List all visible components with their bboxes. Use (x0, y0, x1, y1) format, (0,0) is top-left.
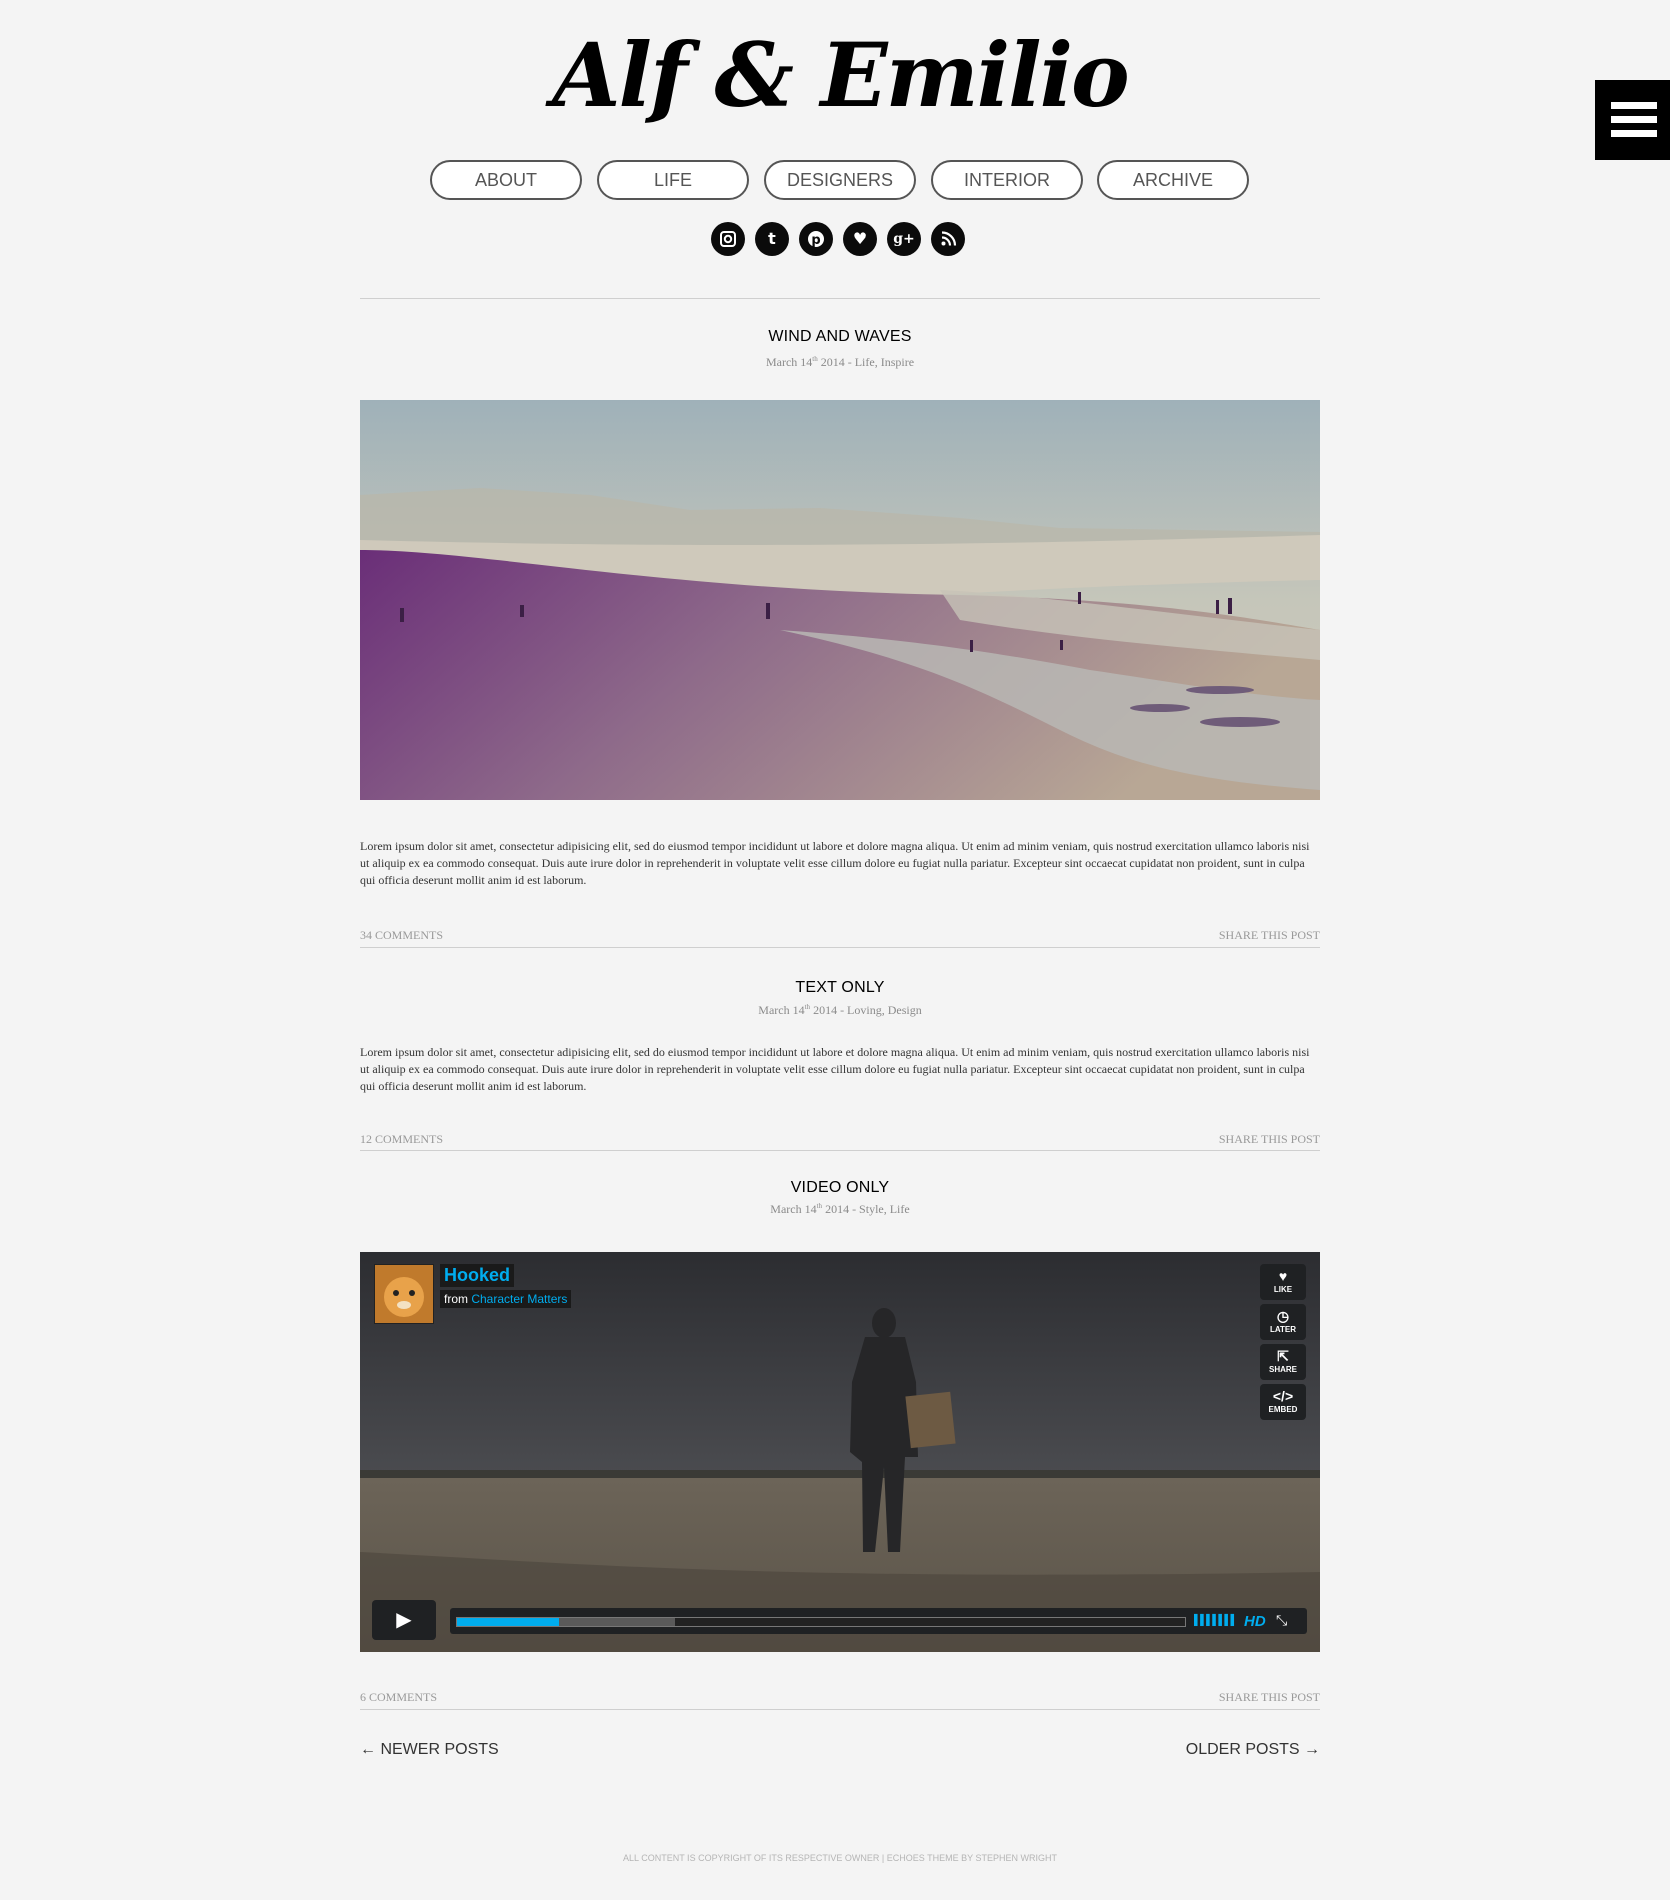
clock-icon: ◷ (1276, 1308, 1290, 1324)
post-date: March 14 (765, 355, 813, 369)
pinterest-icon[interactable]: p (799, 222, 833, 256)
post-photo[interactable] (360, 400, 1320, 800)
post-footer: 34 Comments Share this post (360, 928, 1320, 944)
code-icon: </> (1272, 1388, 1294, 1404)
newer-posts-link[interactable]: ← Newer Posts (360, 1741, 499, 1759)
site-title[interactable]: Alf & Emilio (0, 20, 1680, 130)
from-label: from (444, 1292, 468, 1306)
tumblr-icon[interactable]: t (755, 222, 789, 256)
later-label: LATER (1269, 1325, 1297, 1334)
divider (360, 1150, 1320, 1151)
heart-icon: ♥ (1278, 1268, 1288, 1284)
share-label: SHARE (1268, 1365, 1297, 1374)
nav-life[interactable]: Life (597, 160, 749, 200)
post-date: March 14 (770, 1202, 817, 1216)
channel-link[interactable]: Character Matters (471, 1292, 567, 1306)
progress-bar[interactable] (456, 1617, 1186, 1627)
play-icon: ▶ (396, 1609, 412, 1631)
video-title[interactable]: Hooked (440, 1264, 515, 1287)
divider (360, 298, 1320, 299)
post-title[interactable]: Wind and Waves (360, 328, 1320, 346)
post-body: Lorem ipsum dolor sit amet, consectetur … (360, 1045, 1310, 1093)
post-body: Lorem ipsum dolor sit amet, consectetur … (360, 839, 1310, 887)
divider (360, 947, 1320, 948)
older-posts-link[interactable]: Older Posts → (1186, 1741, 1320, 1759)
volume-icon[interactable]: ▌▌▌▌▌▌▌ (1194, 1615, 1238, 1626)
share-link[interactable]: Share this post (1219, 928, 1320, 943)
video-player[interactable]: Hooked from Character Matters ♥ LIKE ◷ L… (360, 1252, 1320, 1652)
played-progress (457, 1618, 559, 1626)
nav-archive[interactable]: Archive (1097, 160, 1249, 200)
footer-copyright: All content is copyright of its respecti… (623, 1853, 1057, 1863)
hamburger-icon-bar (1611, 130, 1657, 137)
heart-icon[interactable]: ♥ (843, 222, 877, 256)
hd-toggle[interactable]: HD (1244, 1613, 1266, 1630)
comments-link[interactable]: 34 Comments (360, 928, 443, 943)
video-controls: ▌▌▌▌▌▌▌ HD ⤡ (450, 1608, 1307, 1634)
share-link[interactable]: Share this post (1219, 1690, 1320, 1705)
main-nav: About Life Designers Interior Archive (430, 160, 1249, 200)
post-tags[interactable]: 2014 - Style, Life (822, 1202, 910, 1216)
embed-button[interactable]: </> EMBED (1260, 1384, 1306, 1420)
scrollbar-track[interactable] (1670, 0, 1680, 1900)
like-button[interactable]: ♥ LIKE (1260, 1264, 1306, 1300)
channel-avatar[interactable] (374, 1264, 434, 1324)
svg-text:p: p (811, 233, 820, 248)
post-date: March 14 (758, 1003, 805, 1017)
post-meta: March 14th 2014 - Style, Life (360, 1202, 1320, 1217)
post-footer: 12 Comments Share this post (360, 1132, 1320, 1148)
play-button[interactable]: ▶ (372, 1600, 436, 1640)
instagram-icon[interactable] (711, 222, 745, 256)
google-plus-icon[interactable]: g+ (887, 222, 921, 256)
watch-later-button[interactable]: ◷ LATER (1260, 1304, 1306, 1340)
nav-about[interactable]: About (430, 160, 582, 200)
share-button[interactable]: ⇱ SHARE (1260, 1344, 1306, 1380)
video-byline: from Character Matters (440, 1290, 572, 1308)
comments-link[interactable]: 6 Comments (360, 1690, 437, 1705)
divider (360, 1709, 1320, 1710)
nav-interior[interactable]: Interior (931, 160, 1083, 200)
post-meta: March 14th 2014 - Life, Inspire (360, 355, 1320, 370)
nav-designers[interactable]: Designers (764, 160, 916, 200)
share-icon: ⇱ (1277, 1348, 1289, 1364)
post-meta: March 14th 2014 - Loving, Design (360, 1003, 1320, 1018)
rss-icon[interactable] (931, 222, 965, 256)
social-links: t p ♥ g+ (711, 222, 971, 256)
like-label: LIKE (1273, 1285, 1293, 1294)
fullscreen-icon[interactable]: ⤡ (1276, 1612, 1287, 1629)
share-link[interactable]: Share this post (1219, 1132, 1320, 1147)
post-title[interactable]: Video Only (360, 1179, 1320, 1197)
post-tags[interactable]: 2014 - Loving, Design (810, 1003, 922, 1017)
post-tags[interactable]: 2014 - Life, Inspire (818, 355, 914, 369)
post-title[interactable]: Text Only (360, 979, 1320, 997)
comments-link[interactable]: 12 Comments (360, 1132, 443, 1147)
post-footer: 6 Comments Share this post (360, 1690, 1320, 1706)
embed-label: EMBED (1268, 1405, 1298, 1414)
